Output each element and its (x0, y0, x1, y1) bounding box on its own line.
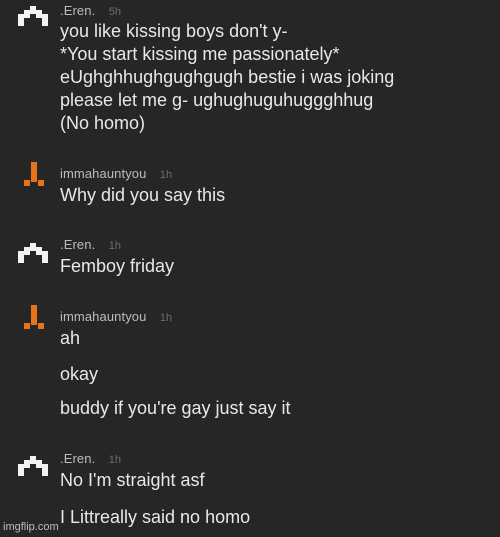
author-name[interactable]: immahauntyou (60, 309, 146, 324)
timestamp: 1h (159, 169, 173, 181)
message-text: please let me g- ughughuguhuggghhug (60, 90, 374, 110)
message-header: .Eren. 5h (60, 2, 121, 18)
timestamp: 1h (159, 312, 173, 324)
message-text: Femboy friday (60, 256, 175, 276)
message-feed: .Eren. 5h you like kissing boys don't y-… (0, 0, 500, 537)
message-header: immahauntyou 1h (60, 308, 172, 324)
timestamp: 1h (108, 454, 121, 466)
message-text: buddy if you're gay just say it (60, 398, 291, 418)
message-text: No I'm straight asf (60, 470, 205, 490)
orange-figure-icon[interactable] (18, 305, 48, 331)
message-header: immahauntyou 1h (60, 165, 172, 181)
space-invader-icon[interactable] (18, 6, 48, 32)
message-text: you like kissing boys don't y- (60, 21, 288, 41)
author-name[interactable]: .Eren. (60, 237, 95, 252)
message-header: .Eren. 1h (60, 450, 121, 466)
space-invader-icon[interactable] (18, 456, 48, 482)
orange-figure-icon[interactable] (18, 162, 48, 188)
space-invader-icon[interactable] (18, 243, 48, 269)
timestamp: 1h (108, 240, 121, 252)
message-text: Why did you say this (60, 185, 226, 205)
watermark: imgflip.com (3, 521, 59, 533)
message-text: ah (60, 328, 81, 348)
message-text: I Littreally said no homo (60, 507, 251, 527)
author-name[interactable]: immahauntyou (60, 166, 146, 181)
message-header: .Eren. 1h (60, 236, 121, 252)
timestamp: 5h (108, 6, 121, 18)
message-text: *You start kissing me passionately* (60, 44, 340, 64)
author-name[interactable]: .Eren. (60, 451, 95, 466)
author-name[interactable]: .Eren. (60, 3, 95, 18)
message-text: okay (60, 364, 99, 384)
message-text: eUghghhughgughgugh bestie i was joking (60, 67, 395, 87)
message-text: (No homo) (60, 113, 146, 133)
